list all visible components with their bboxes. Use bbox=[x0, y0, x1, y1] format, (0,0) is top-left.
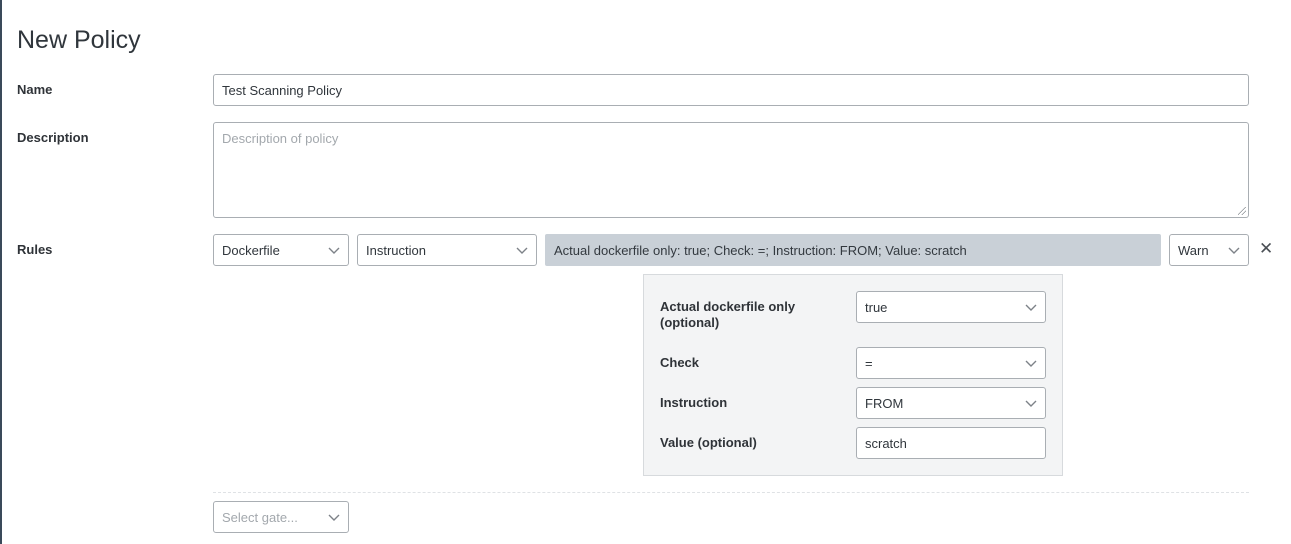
name-label: Name bbox=[17, 82, 53, 97]
actual-dockerfile-only-label-line1: Actual dockerfile only bbox=[660, 299, 796, 314]
instruction-select-value: FROM bbox=[865, 395, 904, 411]
actual-dockerfile-only-label-line2: (optional) bbox=[660, 315, 720, 330]
chevron-down-icon bbox=[328, 247, 340, 254]
chevron-down-icon bbox=[1025, 360, 1037, 367]
page-title: New Policy bbox=[17, 26, 141, 54]
check-select-value: = bbox=[865, 355, 873, 371]
select-gate-dropdown[interactable]: Select gate... bbox=[213, 501, 349, 533]
gate-select-value: Dockerfile bbox=[222, 242, 280, 258]
actual-dockerfile-only-value: true bbox=[865, 299, 888, 315]
rule-summary-toggle[interactable]: Actual dockerfile only: true; Check: =; … bbox=[545, 234, 1161, 266]
description-placeholder: Description of policy bbox=[222, 131, 339, 146]
check-select[interactable]: = bbox=[856, 347, 1046, 379]
rule-summary-text: Actual dockerfile only: true; Check: =; … bbox=[554, 242, 967, 258]
actual-dockerfile-only-label: Actual dockerfile only (optional) bbox=[660, 299, 795, 331]
rules-divider bbox=[213, 492, 1249, 493]
resize-grip-icon[interactable] bbox=[1238, 207, 1246, 215]
action-select[interactable]: Warn bbox=[1169, 234, 1249, 266]
actual-dockerfile-only-select[interactable]: true bbox=[856, 291, 1046, 323]
chevron-down-icon bbox=[1228, 247, 1240, 254]
check-label: Check bbox=[660, 355, 700, 370]
value-input-value: scratch bbox=[865, 435, 907, 451]
chevron-down-icon bbox=[1025, 400, 1037, 407]
trigger-select-value: Instruction bbox=[366, 242, 426, 258]
gate-select[interactable]: Dockerfile bbox=[213, 234, 349, 266]
value-input[interactable]: scratch bbox=[856, 427, 1046, 459]
chevron-down-icon bbox=[516, 247, 528, 254]
description-label: Description bbox=[17, 130, 89, 145]
chevron-down-icon bbox=[1025, 304, 1037, 311]
instruction-select[interactable]: FROM bbox=[856, 387, 1046, 419]
rules-label: Rules bbox=[17, 242, 53, 257]
name-input[interactable]: Test Scanning Policy bbox=[213, 74, 1249, 106]
remove-rule-close-icon[interactable]: ✕ bbox=[1259, 240, 1273, 257]
rule-params-panel: Actual dockerfile only (optional) true C… bbox=[643, 274, 1063, 476]
description-textarea[interactable]: Description of policy bbox=[213, 122, 1249, 218]
value-label: Value (optional) bbox=[660, 435, 757, 450]
select-gate-placeholder: Select gate... bbox=[222, 509, 298, 525]
instruction-label: Instruction bbox=[660, 395, 728, 410]
trigger-select[interactable]: Instruction bbox=[357, 234, 537, 266]
action-select-value: Warn bbox=[1178, 242, 1209, 258]
name-input-value: Test Scanning Policy bbox=[222, 82, 342, 98]
chevron-down-icon bbox=[328, 514, 340, 521]
left-edge-bar bbox=[0, 0, 2, 544]
